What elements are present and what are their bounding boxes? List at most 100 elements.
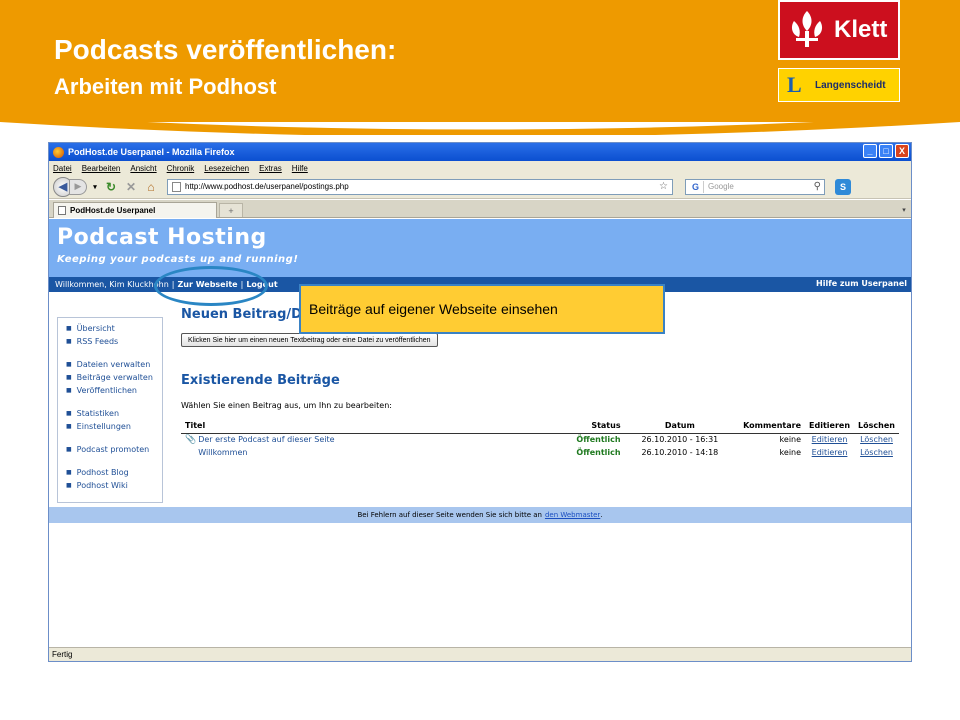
sidebar-item-uebersicht[interactable]: ■ Übersicht	[66, 322, 162, 335]
instruction-text: Wählen Sie einen Beitrag aus, um Ihn zu …	[181, 401, 392, 410]
site-footer: Bei Fehlern auf dieser Seite wenden Sie …	[49, 507, 911, 523]
minimize-button[interactable]: _	[863, 144, 877, 158]
delete-link[interactable]: Löschen	[860, 448, 893, 457]
sidebar-item-label: Podhost Wiki	[76, 481, 128, 490]
menu-hilfe[interactable]: Hilfe	[292, 164, 308, 173]
bullet-icon: ■	[66, 482, 72, 489]
bullet-icon: ■	[66, 410, 72, 417]
column-header-title: Titel	[181, 419, 567, 434]
langenscheidt-logo: L Langenscheidt	[778, 68, 900, 102]
post-comments: keine	[779, 448, 802, 457]
sidebar-group: ■ Podhost Blog ■ Podhost Wiki	[66, 466, 162, 492]
callout-box: Beiträge auf eigener Webseite einsehen	[299, 284, 665, 334]
status-bar: Fertig	[49, 647, 911, 661]
menu-chronik[interactable]: Chronik	[167, 164, 195, 173]
google-icon[interactable]: G	[688, 180, 704, 193]
post-title-link[interactable]: Willkommen	[198, 448, 247, 457]
sidebar-group: ■ Podcast promoten	[66, 443, 162, 456]
post-date: 26.10.2010 - 16:31	[641, 435, 719, 445]
dropdown-arrow-icon[interactable]: ▾	[91, 179, 99, 195]
status-text: Fertig	[52, 650, 73, 659]
search-input[interactable]: G Google ⚲	[685, 178, 825, 195]
sidebar-group: ■ Übersicht ■ RSS Feeds	[66, 322, 162, 348]
post-title-link[interactable]: Der erste Podcast auf dieser Seite	[198, 435, 334, 444]
bullet-icon: ■	[66, 325, 72, 332]
tab-title: PodHost.de Userpanel	[70, 206, 156, 215]
bookmark-star-icon[interactable]: ☆	[659, 181, 668, 192]
bullet-icon: ■	[66, 387, 72, 394]
klett-wordmark: Klett	[834, 16, 888, 43]
tab-userpanel[interactable]: PodHost.de Userpanel	[53, 202, 217, 218]
search-placeholder: Google	[708, 182, 734, 191]
post-status: Öffentlich	[576, 435, 621, 445]
sidebar-item-label: Veröffentlichen	[76, 386, 137, 395]
window-title: PodHost.de Userpanel - Mozilla Firefox	[68, 147, 235, 157]
menu-extras[interactable]: Extras	[259, 164, 282, 173]
column-header-date: Datum	[624, 419, 736, 434]
menu-datei[interactable]: Datei	[53, 164, 72, 173]
search-icon[interactable]: ⚲	[814, 181, 821, 192]
table-row: 📎 Der erste Podcast auf dieser Seite Öffe…	[181, 433, 899, 446]
sidebar-group: ■ Statistiken ■ Einstellungen	[66, 407, 162, 433]
webmaster-link[interactable]: den Webmaster	[545, 511, 600, 519]
tab-bar: PodHost.de Userpanel + ▾	[49, 200, 911, 218]
bullet-icon: ■	[66, 446, 72, 453]
reload-icon[interactable]: ↻	[103, 179, 119, 195]
site-title: Podcast Hosting	[57, 225, 267, 250]
sidebar-item-einstellungen[interactable]: ■ Einstellungen	[66, 420, 162, 433]
close-button[interactable]: X	[895, 144, 909, 158]
post-status: Öffentlich	[576, 448, 621, 457]
sidebar-item-podhost-blog[interactable]: ■ Podhost Blog	[66, 466, 162, 479]
sidebar-item-podcast-promoten[interactable]: ■ Podcast promoten	[66, 443, 162, 456]
footer-end: .	[600, 511, 603, 519]
slide-title: Podcasts veröffentlichen:	[54, 34, 397, 65]
menu-ansicht[interactable]: Ansicht	[130, 164, 156, 173]
bullet-icon: ■	[66, 469, 72, 476]
url-text: http://www.podhost.de/userpanel/postings…	[185, 182, 349, 191]
stop-icon[interactable]: ✕	[123, 179, 139, 195]
slide-subtitle: Arbeiten mit Podhost	[54, 74, 277, 99]
sidebar-item-label: Podcast promoten	[76, 445, 150, 454]
menu-bearbeiten[interactable]: Bearbeiten	[82, 164, 121, 173]
addon-icon[interactable]: S	[835, 178, 851, 195]
column-header-delete: Löschen	[854, 419, 899, 434]
post-title-cell: 📎 Der erste Podcast auf dieser Seite	[181, 433, 567, 446]
delete-link[interactable]: Löschen	[860, 435, 893, 444]
sidebar-item-label: Einstellungen	[76, 422, 131, 431]
url-bar[interactable]: http://www.podhost.de/userpanel/postings…	[167, 178, 673, 195]
langenscheidt-wordmark: Langenscheidt	[815, 79, 886, 91]
new-post-button[interactable]: Klicken Sie hier um einen neuen Textbeit…	[181, 333, 438, 347]
sidebar-item-dateien-verwalten[interactable]: ■ Dateien verwalten	[66, 358, 162, 371]
sidebar-item-veroeffentlichen[interactable]: ■ Veröffentlichen	[66, 384, 162, 397]
posts-table: Titel Status Datum Kommentare Editieren …	[181, 419, 899, 459]
page-icon	[172, 181, 181, 192]
bullet-icon: ■	[66, 423, 72, 430]
new-tab-button[interactable]: +	[219, 203, 243, 217]
help-link[interactable]: Hilfe zum Userpanel	[816, 279, 907, 288]
sidebar-item-label: Übersicht	[76, 324, 115, 333]
column-header-edit: Editieren	[805, 419, 855, 434]
delete-cell: Löschen	[854, 446, 899, 459]
klett-fleur-icon	[791, 11, 823, 47]
menu-lesezeichen[interactable]: Lesezeichen	[204, 164, 249, 173]
page-icon	[58, 206, 66, 215]
maximize-button[interactable]: □	[879, 144, 893, 158]
table-header-row: Titel Status Datum Kommentare Editieren …	[181, 419, 899, 434]
navigation-toolbar: ◀ ▶ ▾ ↻ ✕ ⌂ http://www.podhost.de/userpa…	[49, 175, 911, 199]
home-icon[interactable]: ⌂	[143, 179, 159, 195]
site-slogan: Keeping your podcasts up and running!	[57, 254, 299, 265]
forward-arrow-icon[interactable]: ▶	[69, 178, 87, 195]
existing-posts-heading: Existierende Beiträge	[181, 373, 340, 388]
sidebar-item-label: Dateien verwalten	[76, 360, 151, 369]
edit-link[interactable]: Editieren	[812, 448, 848, 457]
sidebar-item-beitraege-verwalten[interactable]: ■ Beiträge verwalten	[66, 371, 162, 384]
delete-cell: Löschen	[854, 433, 899, 446]
sidebar-item-label: Podhost Blog	[76, 468, 129, 477]
sidebar-item-statistiken[interactable]: ■ Statistiken	[66, 407, 162, 420]
table-row: 📎Willkommen Öffentlich 26.10.2010 - 14:1…	[181, 446, 899, 459]
edit-link[interactable]: Editieren	[812, 435, 848, 444]
sidebar-group: ■ Dateien verwalten ■ Beiträge verwalten ■…	[66, 358, 162, 397]
tab-list-icon[interactable]: ▾	[899, 203, 909, 216]
sidebar-item-podhost-wiki[interactable]: ■ Podhost Wiki	[66, 479, 162, 492]
sidebar-item-rss-feeds[interactable]: ■ RSS Feeds	[66, 335, 162, 348]
